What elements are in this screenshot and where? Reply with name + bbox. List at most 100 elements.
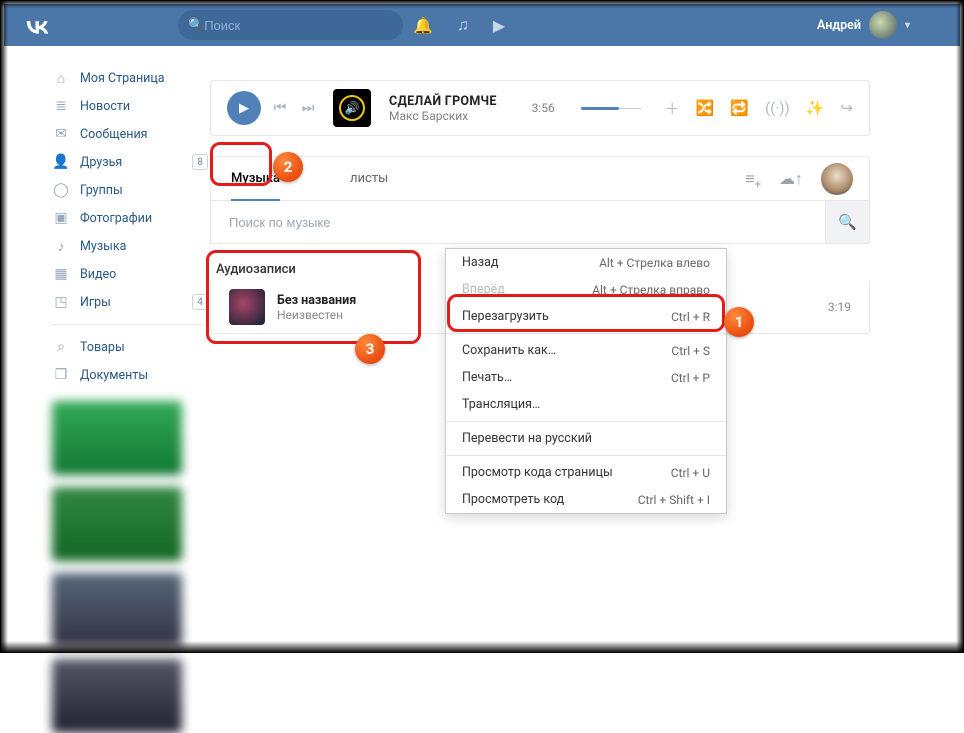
prev-button[interactable]: ⏮	[271, 100, 289, 116]
video-icon[interactable]: ▶	[493, 16, 505, 35]
sidebar-card[interactable]	[52, 573, 182, 647]
nav-friends[interactable]: 👤Друзья8	[52, 148, 202, 176]
ctx-print[interactable]: Печать…Ctrl + P	[446, 364, 726, 391]
ctx-save-as[interactable]: Сохранить как…Ctrl + S	[446, 337, 726, 364]
ctx-shortcut: Alt + Стрелка вправо	[592, 283, 710, 297]
share-icon[interactable]: ↪	[840, 99, 853, 117]
nav-label: Музыка	[80, 239, 126, 254]
ctx-shortcut: Ctrl + R	[671, 310, 710, 324]
top-actions: 🔔 ♫ ▶	[413, 15, 505, 35]
ctx-label: Просмотреть код	[462, 492, 564, 507]
speaker-icon: 🔊	[339, 95, 365, 121]
track-duration: 3:19	[828, 300, 851, 314]
track-row-artist: Неизвестен	[277, 308, 356, 322]
games-icon: ◳	[52, 294, 70, 310]
music-icon[interactable]: ♫	[457, 15, 469, 35]
sidebar-card[interactable]	[52, 401, 182, 475]
left-nav: ⌂ Моя Страница ≣Новости ✉ Сообщения 👤 Друзь…	[52, 64, 202, 733]
sidebar-card[interactable]	[52, 659, 182, 733]
upload-icon[interactable]: ☁︎↑	[779, 169, 803, 189]
messages-icon: ✉	[52, 126, 70, 142]
user-menu[interactable]: Андрей ▾	[817, 11, 910, 39]
docs-icon: ❐	[52, 367, 70, 383]
play-button[interactable]: ▶	[227, 91, 261, 125]
username: Андрей	[817, 18, 861, 33]
nav-label: Моя Страница	[80, 71, 165, 86]
photos-icon: ▣	[52, 210, 70, 226]
avatar	[869, 11, 897, 39]
games-badge: 4	[192, 294, 208, 310]
nav-label: Товары	[80, 340, 125, 355]
broadcast-icon[interactable]: ((·))	[765, 99, 790, 117]
ctx-shortcut: Ctrl + P	[671, 371, 710, 385]
search-input[interactable]	[204, 18, 393, 33]
friends-badge: 8	[192, 154, 208, 170]
next-button[interactable]: ⏭	[299, 100, 317, 116]
nav-games[interactable]: ◳Игры4	[52, 288, 202, 316]
nav-docs[interactable]: ❐ Документы	[52, 361, 202, 389]
friends-icon: 👤	[52, 154, 70, 170]
repeat-icon[interactable]: 🔁	[730, 99, 749, 117]
nav-news[interactable]: ≣Новости	[52, 92, 202, 120]
nav-music[interactable]: ♪ Музыка	[52, 232, 202, 260]
callout-3: 3	[355, 334, 385, 364]
nav-label: Группы	[80, 183, 123, 198]
music-search-row: 🔍	[210, 200, 870, 244]
ctx-label: Трансляция…	[462, 397, 540, 412]
search-icon: 🔍	[188, 18, 204, 33]
vk-logo[interactable]	[22, 16, 52, 34]
nav-label: Игры	[80, 295, 111, 310]
ctx-reload[interactable]: Перезагрузить Ctrl + R	[446, 303, 726, 330]
list-icon[interactable]: ≡₊	[745, 169, 761, 189]
volume-slider[interactable]	[581, 108, 641, 109]
ctx-label: Вперёд	[462, 282, 505, 297]
add-icon[interactable]: ＋	[665, 98, 680, 119]
nav-video[interactable]: ▦Видео	[52, 260, 202, 288]
music-search-input[interactable]	[211, 201, 825, 243]
nav-market[interactable]: ⌕Товары	[52, 333, 202, 361]
track-row-title: Без названия	[277, 293, 356, 308]
track-cover	[229, 289, 265, 325]
ctx-label: Сохранить как…	[462, 343, 556, 358]
nav-label: Друзья	[80, 155, 122, 170]
tab-playlists[interactable]: листы	[350, 157, 388, 200]
ctx-shortcut: Ctrl + Shift + I	[638, 493, 710, 507]
nav-label: Сообщения	[80, 127, 148, 142]
video-nav-icon: ▦	[52, 266, 70, 282]
ctx-label: Назад	[462, 255, 498, 270]
track-time: 3:56	[532, 101, 555, 115]
nav-label: Фотографии	[80, 211, 152, 226]
ctx-shortcut: Ctrl + U	[671, 466, 710, 480]
tab-label: Музыка	[231, 171, 280, 186]
ctx-forward: Вперёд Alt + Стрелка вправо	[446, 276, 726, 303]
ctx-view-source[interactable]: Просмотр кода страницыCtrl + U	[446, 459, 726, 486]
tab-label: листы	[350, 171, 388, 186]
nav-messages[interactable]: ✉ Сообщения	[52, 120, 202, 148]
groups-icon: ◯	[52, 182, 70, 198]
nav-separator	[52, 324, 202, 325]
ctx-label: Перезагрузить	[462, 309, 549, 324]
nav-photos[interactable]: ▣ Фотографии	[52, 204, 202, 232]
music-nav-icon: ♪	[52, 238, 70, 255]
top-bar: 🔍 🔔 ♫ ▶ Андрей ▾	[4, 4, 960, 46]
ctx-inspect[interactable]: Просмотреть код Ctrl + Shift + I	[446, 486, 726, 513]
profile-avatar[interactable]	[821, 163, 853, 195]
global-search[interactable]: 🔍	[178, 10, 403, 40]
ctx-shortcut: Alt + Стрелка влево	[599, 256, 710, 270]
callout-1: 1	[724, 307, 754, 337]
nav-my-page[interactable]: ⌂ Моя Страница	[52, 64, 202, 92]
ctx-cast[interactable]: Трансляция…	[446, 391, 726, 418]
ctx-translate[interactable]: Перевести на русский	[446, 425, 726, 452]
ctx-back[interactable]: Назад Alt + Стрелка влево	[446, 249, 726, 276]
nav-label: Документы	[80, 368, 148, 383]
audio-player: ▶ ⏮ ⏭ 🔊 СДЕЛАЙ ГРОМЧЕ Макс Барских 3:56 …	[210, 80, 870, 136]
home-icon: ⌂	[52, 70, 70, 87]
effects-icon[interactable]: ✨	[806, 99, 825, 117]
sidebar-card[interactable]	[52, 487, 182, 561]
nav-groups[interactable]: ◯ Группы	[52, 176, 202, 204]
music-tabs: Музыка листы ≡₊ ☁︎↑	[210, 156, 870, 200]
bell-icon[interactable]: 🔔	[413, 16, 433, 35]
shuffle-icon[interactable]: 🔀	[696, 99, 715, 117]
music-search-button[interactable]: 🔍	[825, 201, 869, 243]
context-menu: Назад Alt + Стрелка влево Вперёд Alt + Стр…	[445, 248, 727, 514]
